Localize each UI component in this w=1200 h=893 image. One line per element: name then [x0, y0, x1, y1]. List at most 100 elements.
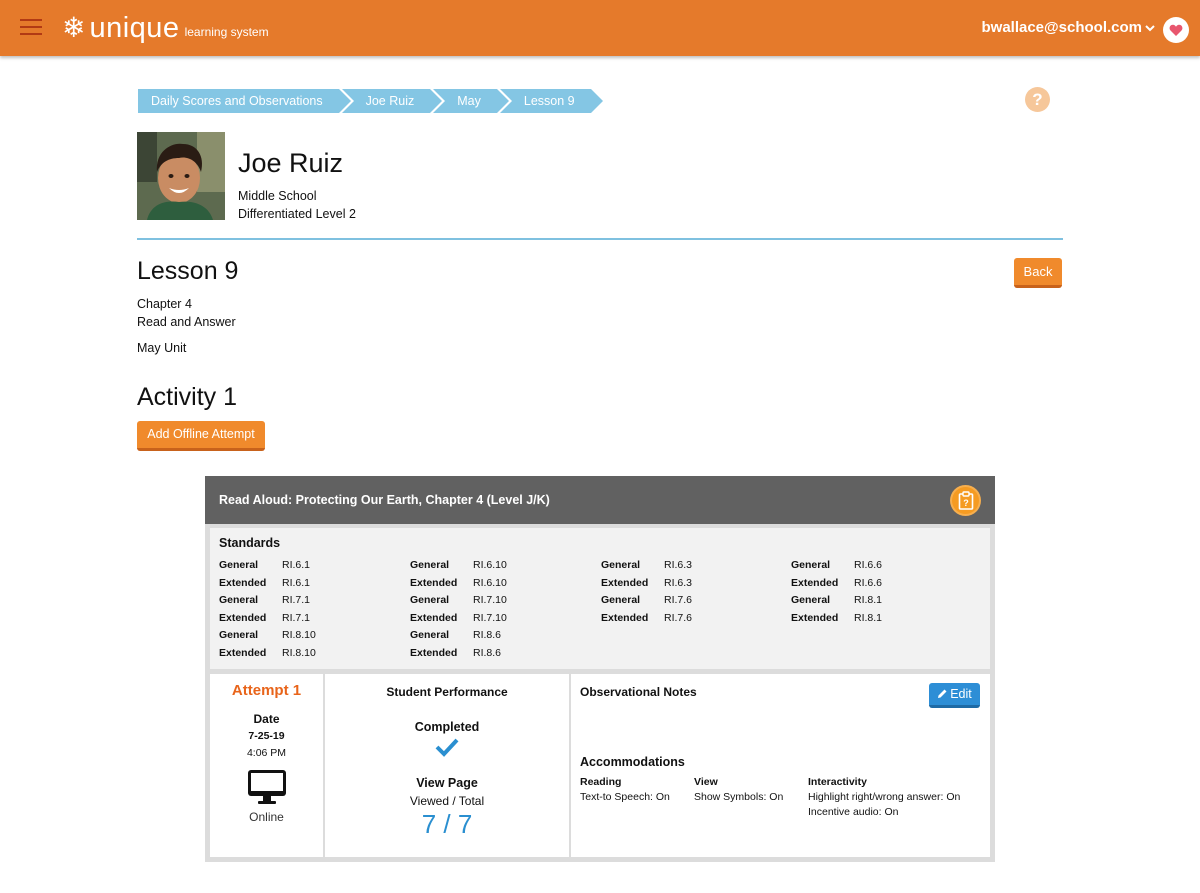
standards-title: Standards — [219, 536, 281, 550]
standard-row: General RI.6.3 — [601, 559, 692, 577]
standard-type: Extended — [791, 611, 839, 624]
help-icon[interactable]: ? — [1025, 87, 1050, 112]
standards-panel: Standards General RI.6.1 Extended RI.6.1 G… — [210, 528, 990, 669]
notes-panel: Observational Notes Edit Accommodations … — [571, 674, 990, 857]
accommodation-heading: Reading — [580, 776, 622, 788]
view-page-label: View Page — [416, 776, 478, 790]
standard-type: General — [410, 629, 450, 641]
accommodation-value: Text-to Speech: On — [580, 791, 670, 803]
lesson-unit: May Unit — [137, 341, 187, 355]
standard-row: Extended RI.8.6 — [410, 647, 507, 665]
standard-code: RI.7.1 — [282, 611, 311, 624]
standard-type: Extended — [601, 576, 649, 589]
add-offline-attempt-button[interactable]: Add Offline Attempt — [137, 421, 265, 451]
standard-code: RI.7.6 — [664, 594, 693, 606]
standard-type: General — [410, 594, 450, 606]
standard-row: Extended RI.6.3 — [601, 577, 692, 595]
standard-row: General RI.8.1 — [791, 594, 882, 612]
standard-row: Extended RI.7.6 — [601, 612, 692, 630]
standard-code: RI.6.3 — [664, 559, 693, 571]
standard-code: RI.6.1 — [282, 559, 311, 571]
logo-main-text: unique — [89, 12, 180, 44]
standard-type: Extended — [410, 646, 458, 659]
standard-code: RI.7.1 — [282, 594, 311, 606]
standard-row: General RI.7.6 — [601, 594, 692, 612]
card-header: Read Aloud: Protecting Our Earth, Chapte… — [205, 476, 995, 524]
standards-column: General RI.6.1 Extended RI.6.1 General RI.7… — [219, 559, 316, 664]
standard-code: RI.7.10 — [473, 611, 507, 624]
student-level: Differentiated Level 2 — [238, 207, 356, 221]
standard-row: Extended RI.7.10 — [410, 612, 507, 630]
user-menu[interactable]: bwallace@school.com — [981, 19, 1142, 36]
accommodation-column: Interactivity Highlight right/wrong answ… — [808, 776, 960, 820]
standard-row: Extended RI.6.1 — [219, 577, 316, 595]
menu-icon[interactable] — [20, 19, 42, 35]
standard-code: RI.6.1 — [282, 576, 311, 589]
accommodation-heading: Interactivity — [808, 776, 867, 788]
accommodation-value: Incentive audio: On — [808, 806, 899, 818]
standard-code: RI.7.6 — [664, 611, 693, 624]
standard-row: General RI.7.1 — [219, 594, 316, 612]
header-divider — [137, 238, 1063, 240]
attempt-time: 4:06 PM — [246, 747, 287, 759]
lesson-type: Read and Answer — [137, 315, 236, 329]
student-school: Middle School — [238, 189, 317, 203]
standard-row: Extended RI.6.6 — [791, 577, 882, 595]
standard-type: Extended — [219, 611, 267, 624]
clipboard-button[interactable]: ? — [950, 485, 981, 516]
svg-text:?: ? — [963, 498, 969, 508]
checkmark-icon — [435, 738, 459, 757]
standards-column: General RI.6.10 Extended RI.6.10 General RI… — [410, 559, 507, 664]
standard-code: RI.8.10 — [282, 646, 316, 659]
standard-row: Extended RI.8.10 — [219, 647, 316, 665]
breadcrumb-daily-scores[interactable]: Daily Scores and Observations — [138, 89, 351, 113]
standard-row: Extended RI.8.1 — [791, 612, 882, 630]
attempt-title: Attempt 1 — [231, 682, 302, 699]
standard-row: Extended RI.6.10 — [410, 577, 507, 595]
performance-panel: Student Performance Completed View Page … — [325, 674, 569, 857]
standard-type: General — [791, 594, 831, 606]
back-button[interactable]: Back — [1014, 258, 1062, 288]
standard-code: RI.6.3 — [664, 576, 693, 589]
chevron-down-icon[interactable] — [1144, 22, 1156, 34]
observational-notes-title: Observational Notes — [580, 685, 697, 699]
standard-type: General — [219, 594, 259, 606]
breadcrumb-month[interactable]: May — [433, 89, 509, 113]
student-name: Joe Ruiz — [238, 148, 344, 178]
standard-type: Extended — [410, 576, 458, 589]
standard-type: Extended — [791, 576, 839, 589]
standard-type: General — [219, 629, 259, 641]
breadcrumb-student[interactable]: Joe Ruiz — [341, 89, 442, 113]
accommodation-value: Highlight right/wrong answer: On — [808, 791, 961, 803]
edit-label: Edit — [950, 687, 972, 701]
standard-row: General RI.6.6 — [791, 559, 882, 577]
standard-code: RI.6.10 — [473, 559, 507, 571]
standard-type: General — [410, 559, 450, 571]
standard-type: General — [219, 559, 259, 571]
student-photo — [137, 132, 225, 220]
accommodation-column: View Show Symbols: On — [694, 776, 783, 805]
standard-code: RI.8.10 — [282, 629, 316, 641]
standard-code: RI.6.10 — [473, 576, 507, 589]
standard-type: Extended — [219, 646, 267, 659]
snowflake-logo-icon: ❄ — [62, 12, 86, 43]
avatar — [137, 132, 225, 220]
edit-notes-button[interactable]: Edit — [929, 683, 980, 708]
clipboard-icon: ? — [958, 491, 973, 510]
standard-code: RI.8.1 — [854, 594, 883, 606]
performance-title: Student Performance — [386, 685, 508, 699]
standard-row: General RI.7.10 — [410, 594, 507, 612]
monitor-icon — [248, 770, 286, 804]
attempt-mode: Online — [249, 810, 284, 824]
standard-type: Extended — [219, 576, 267, 589]
standard-type: General — [791, 559, 831, 571]
breadcrumb: Daily Scores and Observations Joe Ruiz M… — [138, 89, 603, 113]
logo[interactable]: ❄ unique learning system — [62, 12, 269, 44]
standard-type: Extended — [410, 611, 458, 624]
pencil-icon — [938, 689, 947, 698]
date-label: Date — [253, 712, 280, 726]
favorites-button[interactable] — [1163, 17, 1189, 43]
completion-status: Completed — [414, 720, 480, 734]
top-bar: ❄ unique learning system bwallace@school… — [0, 0, 1200, 56]
breadcrumb-lesson[interactable]: Lesson 9 — [499, 89, 603, 113]
